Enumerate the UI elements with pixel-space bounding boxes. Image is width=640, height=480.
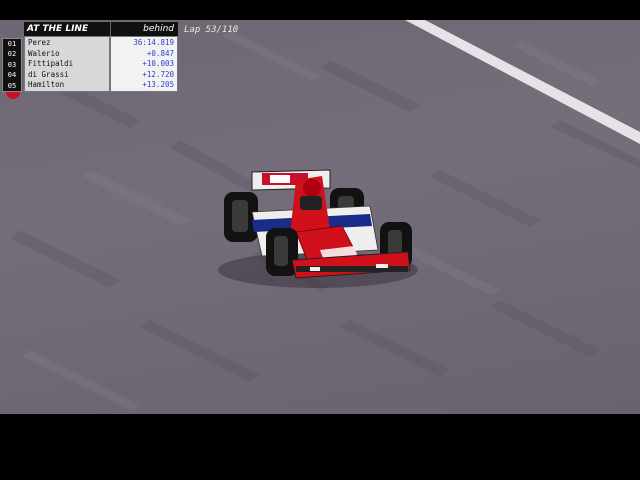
driver-gap: +10.003 bbox=[142, 59, 174, 69]
position-number: 02 bbox=[7, 50, 17, 59]
timing-tower-title: AT THE LINE bbox=[24, 22, 110, 36]
letterbox-bottom bbox=[0, 414, 640, 480]
position-number: 03 bbox=[7, 60, 17, 69]
driver-gap: +13.205 bbox=[142, 80, 174, 90]
gap-column: 36:14.819 +0.847 +10.003 +12.720 +13.205 bbox=[110, 36, 178, 92]
driver-gap: +0.847 bbox=[146, 48, 174, 58]
driver-gap: +12.720 bbox=[142, 69, 174, 79]
driver-name: di Grassi bbox=[28, 69, 69, 79]
lap-counter: Lap 53/110 bbox=[184, 25, 239, 35]
driver-name: Hamilton bbox=[28, 80, 65, 90]
driver-gap: 36:14.819 bbox=[133, 38, 174, 47]
timing-tower-header: AT THE LINE behind bbox=[24, 22, 178, 36]
driver-name: Perez bbox=[28, 38, 51, 47]
driver-name: Fittipaldi bbox=[28, 59, 74, 69]
timing-tower-behind-label: behind bbox=[110, 22, 178, 36]
position-number: 04 bbox=[7, 71, 17, 80]
driver-name: Walerio bbox=[28, 48, 60, 58]
position-number: 05 bbox=[7, 81, 17, 90]
driver-name-column: Perez Walerio Fittipaldi di Grassi Hamil… bbox=[24, 36, 110, 92]
letterbox-top bbox=[0, 0, 640, 20]
position-number: 01 bbox=[7, 40, 17, 48]
timing-tower: AT THE LINE behind 01 02 03 04 05 Perez … bbox=[2, 22, 178, 92]
position-column: 01 02 03 04 05 bbox=[2, 38, 22, 92]
